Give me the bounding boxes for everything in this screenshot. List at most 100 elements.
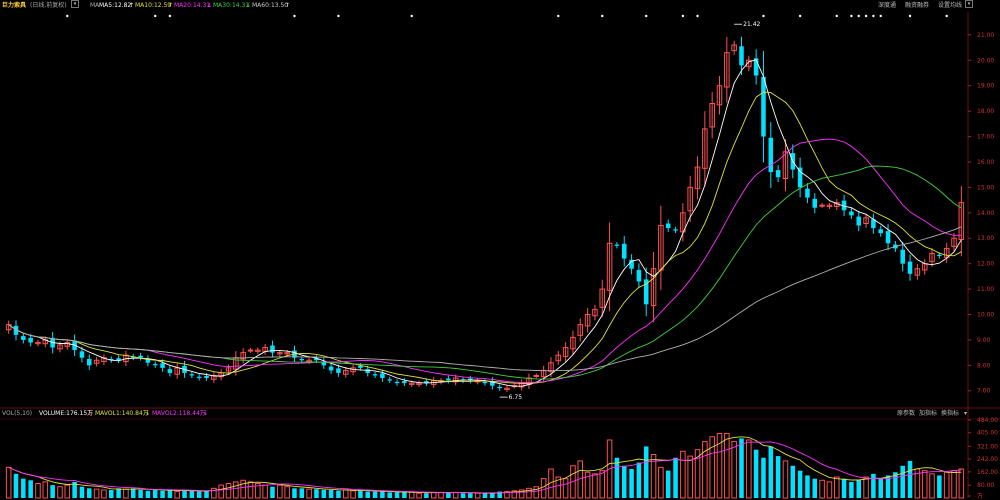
volume-bar: [833, 476, 840, 499]
candlestick-chart[interactable]: 7.00 8.00 9.00 10.00 11.00 12.00 13.00 14.00 15.…: [0, 0, 1000, 500]
volume-bar: [350, 490, 356, 499]
mavol1-value: MAVOL1:140.84万: [95, 410, 149, 417]
volume-bar: [482, 493, 488, 498]
volume-bar: [101, 489, 107, 499]
volume-bar: [64, 484, 71, 499]
volume-bar: [958, 468, 965, 499]
volume-bar: [387, 492, 393, 498]
volume-bar: [28, 480, 33, 498]
event-dot: [835, 14, 838, 18]
event-dot: [864, 14, 868, 18]
event-dot: [557, 14, 560, 18]
price-axis: 7.00 8.00 9.00 10.00 11.00 12.00 13.00 14.00 15.…: [968, 32, 994, 395]
volume-bar: [452, 491, 459, 499]
candle: [87, 358, 92, 366]
volume-bar: [643, 446, 649, 498]
price-tick-label: 13.00: [977, 235, 994, 242]
price-tick-label: 19.00: [977, 83, 994, 90]
volume-bar: [724, 433, 730, 499]
candle: [204, 376, 209, 379]
volume-bar: [299, 488, 305, 498]
add-indicator-button[interactable]: 加指标: [919, 409, 937, 419]
volume-bar: [438, 491, 444, 499]
volume-bar: [372, 491, 378, 498]
candle: [819, 204, 825, 207]
candle: [196, 376, 202, 379]
change-indicator-button[interactable]: 换指标: [941, 409, 959, 419]
ma20-line: [8, 138, 962, 383]
volume-tick-label: 80.00: [977, 482, 994, 489]
candle: [358, 365, 363, 368]
arrow-down-icon: ↓: [203, 410, 209, 417]
volume-bar: [79, 486, 85, 498]
candle: [482, 381, 488, 384]
volume-bar: [797, 470, 803, 498]
volume-bar: [951, 470, 957, 499]
volume-bar: [878, 478, 883, 498]
event-dot: [601, 14, 604, 18]
candle: [160, 363, 165, 368]
candle: [79, 351, 85, 358]
candles: [5, 36, 965, 393]
event-dot: [154, 14, 157, 18]
event-dot: [857, 14, 860, 18]
price-tick-label: 15.00: [977, 184, 994, 191]
volume-bar: [937, 475, 942, 498]
price-tick-label: 11.00: [977, 286, 994, 293]
candle: [885, 231, 891, 244]
event-dot: [872, 14, 875, 18]
candle: [497, 386, 502, 389]
volume-bar: [87, 488, 92, 498]
grid-lines: [0, 12, 1000, 498]
volume-bar: [5, 466, 12, 499]
volume-bar: [562, 478, 569, 499]
event-dot: [410, 14, 413, 18]
candle: [937, 254, 942, 257]
volume-bar: [863, 476, 869, 499]
volume-bar: [871, 473, 876, 498]
candle: [402, 381, 407, 384]
volume-bar: [218, 484, 224, 499]
low-label: 6.75: [509, 394, 523, 401]
menu-icon[interactable]: ▾: [964, 409, 967, 419]
volume-bar: [247, 481, 254, 499]
volume-bar: [636, 462, 642, 498]
price-tick-label: 7.00: [977, 388, 991, 395]
volume-bar: [841, 478, 847, 498]
candle: [907, 261, 913, 274]
event-dot: [696, 14, 699, 18]
annotations: 21.42 6.75: [499, 21, 761, 401]
volume-bar: [167, 489, 173, 498]
ma30-line: [8, 165, 962, 380]
mavol2-line: [8, 441, 962, 494]
mavol2-value: MAVOL2:118.44万: [152, 410, 206, 417]
volume-bar: [277, 484, 283, 499]
candle: [797, 167, 803, 188]
candle: [167, 369, 173, 373]
candle: [152, 364, 158, 366]
volume-bar: [775, 456, 781, 498]
volume-value: VOLUME:176.15万: [39, 410, 94, 417]
volume-tick-label: 405.00: [977, 430, 998, 437]
volume-bar: [138, 489, 143, 498]
volume-bar: [943, 471, 950, 499]
volume-bar: [262, 484, 268, 499]
candle: [21, 336, 26, 340]
volume-bar: [826, 481, 833, 499]
candle: [372, 374, 378, 376]
volume-bars: [5, 433, 965, 499]
volume-bar: [900, 465, 905, 498]
volume-bar: [731, 441, 737, 499]
volume-bar: [592, 473, 598, 499]
price-tick-label: 20.00: [977, 57, 994, 64]
volume-bar: [856, 480, 862, 498]
candle: [380, 373, 385, 379]
volume-bar: [468, 493, 473, 498]
candle: [621, 243, 627, 259]
ma5-line: [8, 59, 962, 387]
volume-bar: [204, 490, 209, 498]
event-dot: [945, 14, 948, 18]
candle: [856, 216, 862, 226]
default-params-button[interactable]: 原参数: [897, 409, 915, 419]
candle: [365, 369, 371, 373]
